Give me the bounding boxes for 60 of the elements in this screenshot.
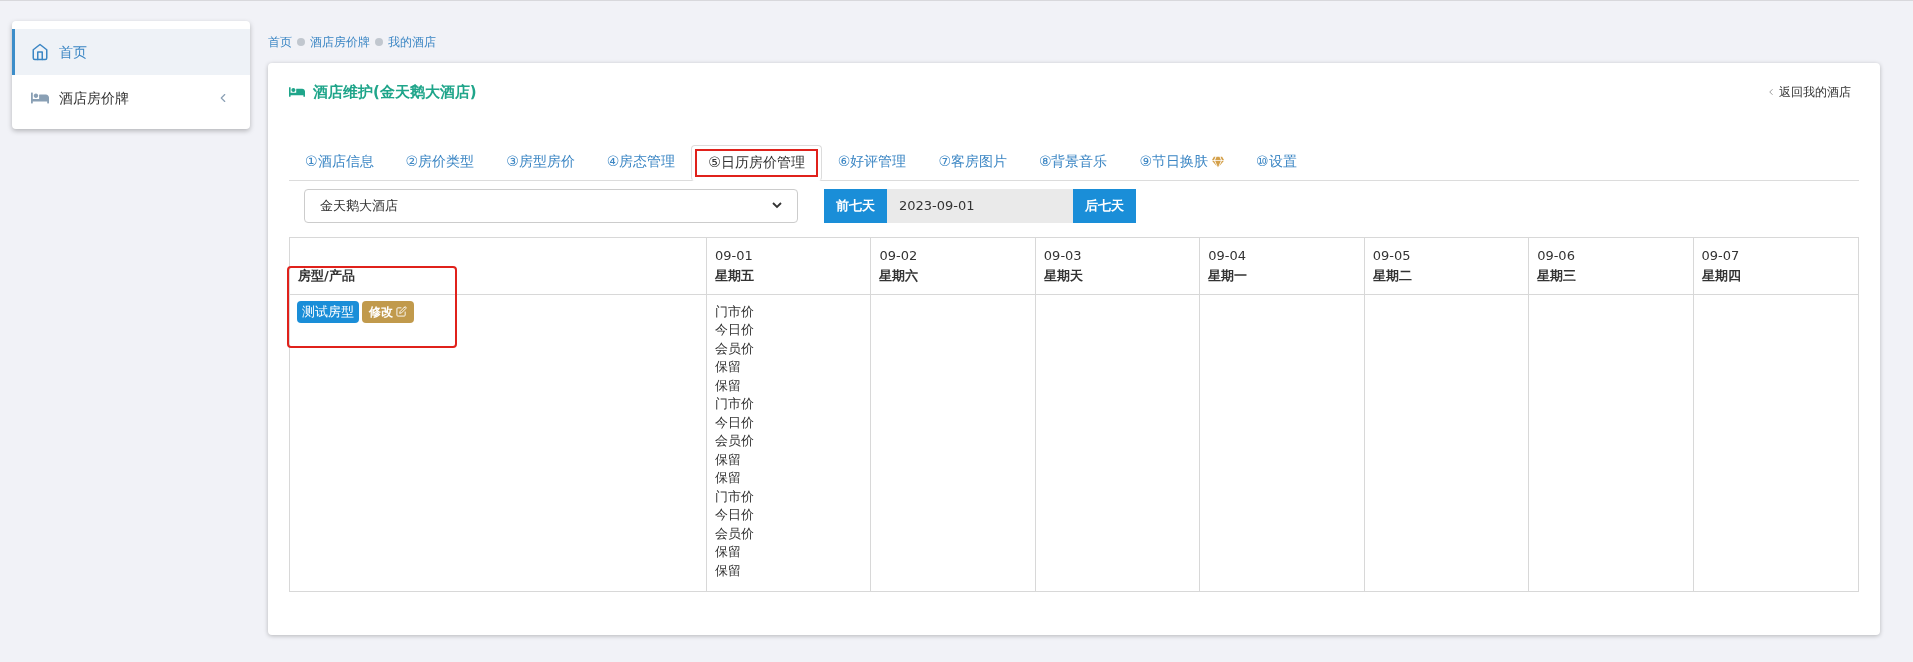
price-label: 会员价 xyxy=(715,339,754,358)
chevron-down-icon xyxy=(772,202,782,209)
date-field[interactable]: 2023-09-01 xyxy=(887,188,1073,223)
date-header: 09-06 xyxy=(1537,247,1576,265)
column-header: 房型/产品 xyxy=(298,267,355,285)
tab[interactable]: ④房态管理 xyxy=(590,143,692,180)
price-label: 保留 xyxy=(715,450,741,469)
price-label: 保留 xyxy=(715,561,741,580)
tab[interactable]: ⑤日历房价管理 xyxy=(691,144,822,181)
price-label: 保留 xyxy=(715,469,741,487)
price-label: 今日价 xyxy=(715,321,754,339)
price-label: 保留 xyxy=(715,543,741,561)
home-icon xyxy=(31,43,49,61)
weekday-header: 星期二 xyxy=(1372,266,1413,285)
price-label: 今日价 xyxy=(715,413,754,432)
sidebar-item[interactable]: 首页 xyxy=(12,29,250,75)
breadcrumb-link[interactable]: 我的酒店 xyxy=(388,33,436,51)
weekday-header: 星期六 xyxy=(879,266,920,285)
sidebar-label: 酒店房价牌 xyxy=(59,88,130,108)
hotel-select[interactable]: 金天鹅大酒店 xyxy=(304,188,798,223)
weekday-header: 星期五 xyxy=(715,266,755,285)
breadcrumb-link[interactable]: 酒店房价牌 xyxy=(310,33,370,51)
weekday-header: 星期三 xyxy=(1537,266,1578,285)
tab[interactable]: ①酒店信息 xyxy=(289,143,390,180)
breadcrumb-link[interactable]: 首页 xyxy=(268,33,292,51)
tab[interactable]: ⑦客房图片 xyxy=(922,143,1023,180)
tab[interactable]: ②房价类型 xyxy=(389,143,491,180)
price-label: 门市价 xyxy=(715,395,754,413)
price-label: 门市价 xyxy=(715,302,754,321)
tab[interactable]: ⑧背景音乐 xyxy=(1022,143,1124,180)
price-label: 会员价 xyxy=(715,432,754,450)
price-label: 保留 xyxy=(715,376,741,395)
tab[interactable]: ⑩设置 xyxy=(1240,143,1313,180)
weekday-header: 星期一 xyxy=(1208,266,1249,285)
date-header: 09-02 xyxy=(879,247,919,265)
room-type-button[interactable]: 测试房型 xyxy=(297,300,359,323)
price-label: 今日价 xyxy=(715,506,754,524)
date-header: 09-03 xyxy=(1043,247,1083,265)
chevron-left-icon xyxy=(1766,87,1776,98)
tab[interactable]: ⑨节日换肤 xyxy=(1123,143,1241,180)
edit-button[interactable]: 修改 xyxy=(362,300,414,323)
weekday-header: 星期四 xyxy=(1701,266,1742,285)
tab[interactable]: ③房型房价 xyxy=(490,143,591,180)
prev-week-button[interactable]: 前七天 xyxy=(824,188,887,223)
panel-title: 酒店维护(金天鹅大酒店) xyxy=(313,82,477,103)
next-week-button[interactable]: 后七天 xyxy=(1073,188,1136,223)
weekday-header: 星期天 xyxy=(1043,266,1084,285)
date-header: 09-04 xyxy=(1208,247,1248,265)
edit-icon xyxy=(396,306,407,317)
price-label: 保留 xyxy=(715,358,741,376)
date-header: 09-05 xyxy=(1372,247,1412,265)
sidebar-label: 首页 xyxy=(59,42,88,62)
sidebar-item[interactable]: 酒店房价牌 xyxy=(12,75,250,121)
gem-icon xyxy=(1212,155,1225,168)
date-header: 09-01 xyxy=(715,247,754,265)
date-header: 09-07 xyxy=(1701,247,1741,265)
price-label: 会员价 xyxy=(715,524,754,543)
back-link[interactable]: 返回我的酒店 xyxy=(1766,83,1851,102)
price-label: 门市价 xyxy=(715,487,754,506)
tab[interactable]: ⑥好评管理 xyxy=(821,143,923,180)
